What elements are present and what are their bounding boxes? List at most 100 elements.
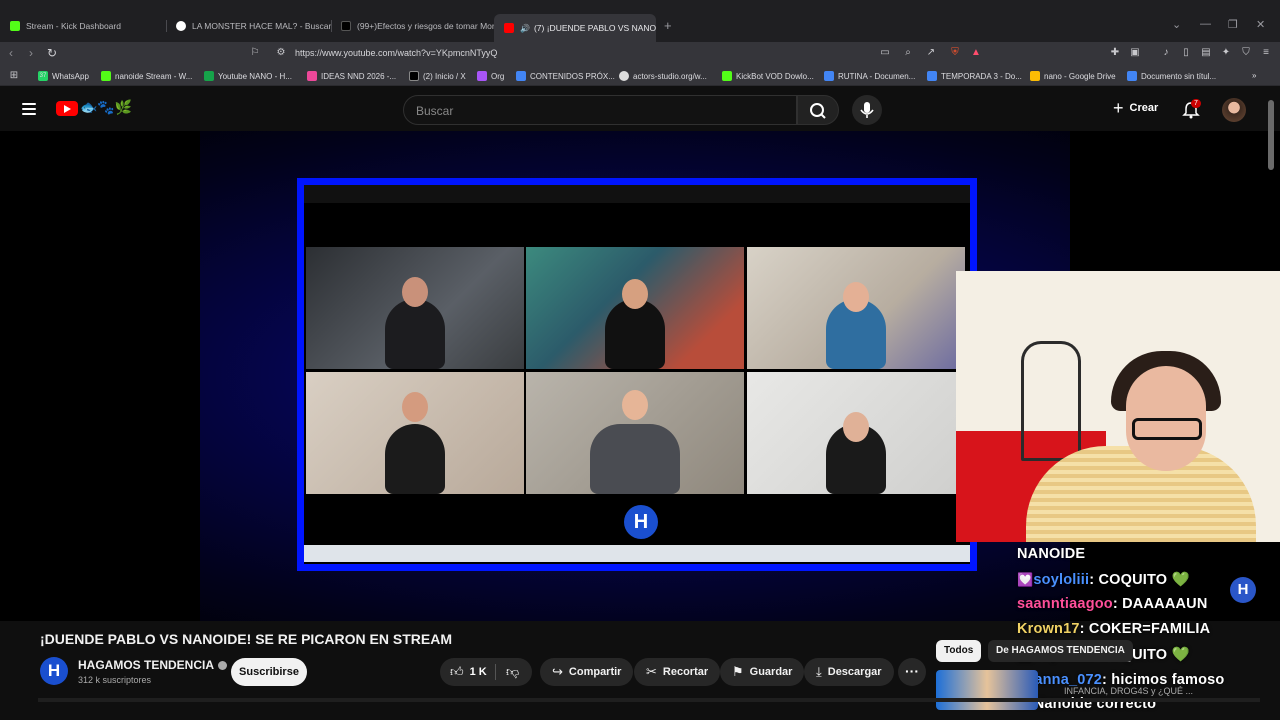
channel-name[interactable]: HAGAMOS TENDENCIA [78, 658, 228, 672]
hamburger-menu-icon[interactable] [22, 103, 36, 115]
chat-line: Krown17: COKER=FAMILIA [1017, 621, 1211, 637]
more-bookmarks-icon[interactable]: » [1252, 71, 1256, 80]
bookmark-whatsapp[interactable]: 37 WhatsApp [38, 71, 89, 81]
youtube-doodle-icon[interactable]: 🐟🐾🌿 [80, 99, 132, 116]
microphone-icon [860, 102, 874, 118]
search-input[interactable]: Buscar [403, 95, 797, 125]
x-icon [409, 71, 419, 81]
bookmark-kickbot[interactable]: KickBot VOD Dowlo... [722, 71, 814, 81]
create-button[interactable]: + Crear [1113, 99, 1158, 117]
share-button[interactable]: ↪ Compartir [540, 658, 634, 686]
youtube-header: 🐟🐾🌿 Buscar + Crear 7 [0, 87, 1280, 131]
back-icon[interactable]: ‹ [9, 46, 13, 60]
brave-shield-icon[interactable]: ⛨ [949, 47, 961, 59]
webcam-tile-5 [526, 372, 744, 494]
tab-youtube-active[interactable]: 🔊 (7) ¡DUENDE PABLO VS NANOI ✕ [494, 14, 656, 42]
sidebar-icon[interactable]: ▯ [1180, 47, 1192, 59]
maximize-button[interactable]: ❐ [1228, 18, 1238, 31]
minimize-button[interactable]: — [1200, 18, 1211, 30]
bookmark-rutina[interactable]: RUTINA - Documen... [824, 71, 915, 81]
youtube-logo[interactable] [56, 101, 78, 116]
recommended-video-title[interactable]: INFANCIA, DROG4S y ¿QUÉ ... [1064, 686, 1193, 696]
chip-channel[interactable]: De HAGAMOS TENDENCIA [988, 640, 1133, 662]
music-icon[interactable]: ♪ [1160, 47, 1172, 59]
tab-search-icon[interactable]: ⌄ [1172, 18, 1181, 31]
verified-icon [218, 661, 228, 671]
close-window-button[interactable]: ✕ [1256, 18, 1265, 31]
menu-icon[interactable]: ≡ [1260, 47, 1272, 59]
docs-icon [824, 71, 834, 81]
bookmark-x[interactable]: (2) Inicio / X [409, 71, 466, 81]
like-button[interactable]: 👍︎ 1 K [450, 664, 487, 680]
bookmark-documento[interactable]: Documento sin títul... [1127, 71, 1216, 81]
download-button[interactable]: ⤓ Descargar [804, 658, 894, 686]
bookmark-icon[interactable]: ⚐ [249, 47, 261, 59]
zoom-icon[interactable]: ⌕ [902, 47, 914, 59]
tab-kick-dashboard[interactable]: Stream - Kick Dashboard [0, 15, 165, 37]
channel-avatar[interactable]: H [40, 657, 68, 685]
video-title: ¡DUENDE PABLO VS NANOIDE! SE RE PICARON … [40, 631, 452, 647]
vpn-icon[interactable]: ⛉ [1240, 47, 1252, 59]
tab-google-search[interactable]: LA MONSTER HACE MAL? - Buscar c [166, 15, 331, 37]
account-avatar[interactable] [1222, 98, 1246, 122]
whatsapp-icon: 37 [38, 71, 48, 81]
new-tab-button[interactable]: + [664, 18, 672, 33]
figma-icon [307, 71, 317, 81]
chat-line: 💟soyloliii: COQUITO 💚 [1017, 572, 1190, 588]
share-arrow-icon: ↪ [552, 664, 563, 679]
green-heart-icon: 💚 [1171, 647, 1190, 663]
docs-icon [1127, 71, 1137, 81]
tab-tiktok[interactable]: (99+)Efectos y riesgos de tomar Mon [331, 15, 494, 37]
kick-icon [10, 21, 20, 31]
forward-icon[interactable]: › [29, 46, 33, 60]
recommended-video-thumbnail[interactable] [936, 670, 1038, 710]
webcam-tile-6 [747, 372, 965, 494]
extensions-icon[interactable]: ✚ [1109, 47, 1121, 59]
bookmark-actors-studio[interactable]: actors-studio.org/w... [619, 71, 707, 81]
sheets-icon [204, 71, 214, 81]
chat-line: saanntiaagoo: DAAAAAUN [1017, 596, 1208, 612]
url-field[interactable]: https://www.youtube.com/watch?v=YKpmcnNT… [295, 48, 497, 58]
leo-icon[interactable]: ✦ [1220, 47, 1232, 59]
tiktok-icon [341, 21, 351, 31]
site-settings-icon[interactable]: ⚙ [275, 47, 287, 59]
wallet-icon[interactable]: ▤ [1200, 47, 1212, 59]
brave-rewards-icon[interactable]: ▲ [970, 47, 982, 59]
windows-taskbar [304, 545, 970, 562]
reload-icon[interactable]: ↻ [47, 46, 57, 60]
drive-icon [1030, 71, 1040, 81]
browser-tab-bar: Stream - Kick Dashboard LA MONSTER HACE … [0, 0, 1280, 42]
bookmark-temporada[interactable]: TEMPORADA 3 - Do... [927, 71, 1022, 81]
bookmark-nanoide-stream[interactable]: nanoide Stream - W... [101, 71, 192, 81]
save-button[interactable]: ⚑ Guardar [720, 658, 805, 686]
search-button[interactable] [797, 95, 839, 125]
notification-count-badge: 7 [1191, 99, 1201, 108]
org-icon [477, 71, 487, 81]
clip-button[interactable]: ✂ Recortar [634, 658, 721, 686]
subscribe-button[interactable]: Suscribirse [231, 658, 307, 686]
address-bar: ‹ › ↻ ⚐ ⚙ https://www.youtube.com/watch?… [0, 42, 1280, 66]
bookmark-contenidos[interactable]: CONTENIDOS PRÓX... [516, 71, 615, 81]
dislike-button[interactable]: 👎︎ [506, 664, 519, 680]
apps-icon[interactable]: ⊞ [8, 70, 20, 82]
bookmark-org[interactable]: Org [477, 71, 504, 81]
chip-todos[interactable]: Todos [936, 640, 982, 662]
cast-icon[interactable]: ▭ [879, 47, 891, 59]
webcam-tile-1 [306, 247, 524, 369]
chat-line: NANOIDE [1017, 546, 1086, 562]
search-icon [810, 103, 826, 119]
subscriber-count: 312 k suscriptores [78, 675, 152, 685]
more-actions-icon[interactable]: ··· [898, 658, 926, 686]
bookmark-google-drive[interactable]: nano - Google Drive [1030, 71, 1116, 81]
share-icon[interactable]: ↗ [925, 47, 937, 59]
call-window-titlebar [304, 185, 970, 203]
sidepanel-icon[interactable]: ▣ [1129, 47, 1141, 59]
thumbs-down-icon: 👎︎ [506, 664, 520, 679]
bookmark-ideas[interactable]: IDEAS NND 2026 -... [307, 71, 396, 81]
bookmark-youtube-nano[interactable]: Youtube NANO - H... [204, 71, 292, 81]
audio-playing-icon: 🔊 [520, 23, 530, 33]
page-scrollbar[interactable] [1268, 100, 1274, 170]
webcam-tile-3 [747, 247, 965, 369]
voice-search-button[interactable] [852, 95, 882, 125]
heart-icon: 💟 [1017, 572, 1034, 587]
